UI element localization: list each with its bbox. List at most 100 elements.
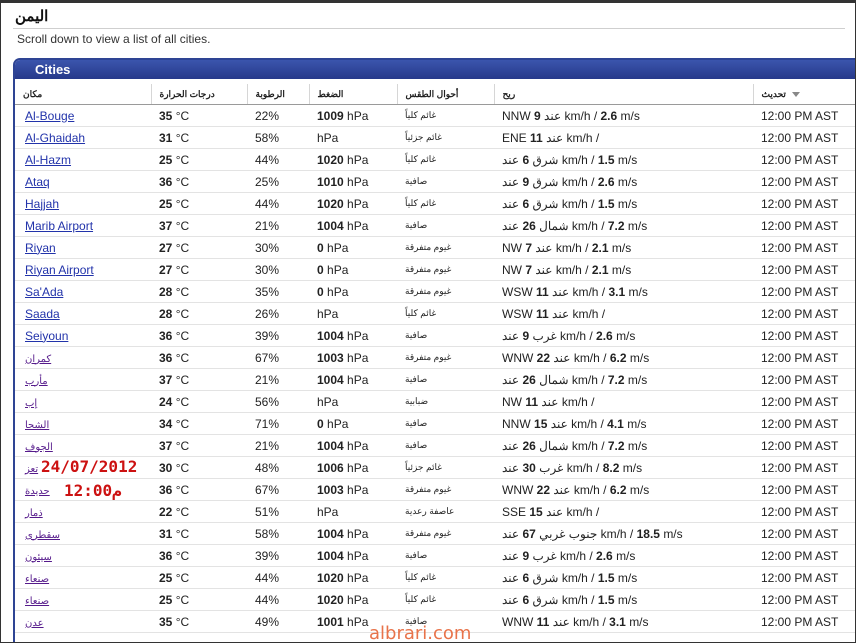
wind-at-label: عند: [502, 592, 520, 607]
city-link[interactable]: الشحا: [25, 420, 49, 431]
temperature-unit: °C: [175, 570, 190, 585]
wind-speed-ms: 1.5: [597, 152, 615, 167]
city-link[interactable]: مأرب: [25, 376, 48, 387]
wind-cell: شرق 6 عند km/h / 1.5 m/s: [494, 148, 753, 171]
humidity-cell: 21%: [247, 214, 309, 237]
city-link[interactable]: Riyan: [25, 241, 56, 255]
temperature-value: 37: [159, 438, 173, 453]
wind-kmh-unit: km/h /: [560, 548, 593, 563]
temperature-cell: 25 °C: [151, 566, 247, 589]
table-row: صنعاء 25 °C 44% 1020 hPa غائم كلياً شرق 6 عند…: [15, 588, 855, 611]
column-header-pressure[interactable]: الضغط: [309, 84, 398, 105]
pressure-value: 1004: [317, 328, 344, 343]
cities-panel: Cities مكان درجات الحرارة الرطوبة الضغط …: [13, 58, 855, 642]
wind-speed-ms: 2.6: [597, 174, 615, 189]
column-header-temperature[interactable]: درجات الحرارة: [151, 84, 248, 105]
temperature-value: 36: [159, 548, 173, 563]
wind-kmh-unit: km/h /: [560, 328, 593, 343]
city-link[interactable]: عدن: [25, 618, 44, 629]
pressure-unit: hPa: [347, 460, 369, 475]
city-cell: ذمار: [15, 500, 151, 523]
city-link[interactable]: Al-Ghaidah: [25, 131, 85, 145]
wind-kmh-unit: km/h /: [572, 284, 606, 299]
updated-cell: 12:00 PM AST: [753, 522, 855, 545]
wind-cell: ENE 11 عند km/h /: [494, 126, 753, 149]
pressure-unit: hPa: [347, 196, 369, 211]
temperature-unit: °C: [175, 460, 190, 475]
table-row: ذمار 22 °C 51% hPa عاصفة رعدية SSE 15 عند km…: [15, 500, 855, 523]
temperature-unit: °C: [175, 504, 190, 519]
humidity-cell: 67%: [247, 478, 309, 501]
wind-direction: غرب: [532, 548, 557, 563]
pressure-cell: hPa: [309, 500, 397, 523]
wind-ms-unit: m/s: [617, 196, 638, 211]
city-link[interactable]: Hajjah: [25, 197, 59, 211]
wind-cell: شمال 26 عند km/h / 7.2 m/s: [494, 368, 753, 391]
wind-ms-unit: m/s: [611, 240, 632, 255]
temperature-unit: °C: [175, 614, 190, 629]
city-link[interactable]: Ataq: [25, 175, 50, 189]
wind-at-label: عند: [541, 394, 559, 409]
city-link[interactable]: Riyan Airport: [25, 263, 94, 277]
wind-speed-kmh: 6: [522, 592, 530, 607]
city-link[interactable]: الجوف: [25, 442, 53, 453]
city-cell: صنعاء: [15, 588, 151, 611]
pressure-unit: hPa: [347, 614, 369, 629]
pressure-cell: 1020 hPa: [309, 148, 397, 171]
pressure-unit: hPa: [317, 394, 339, 409]
city-link[interactable]: حديدة: [25, 486, 50, 497]
wind-direction: غرب: [532, 328, 557, 343]
wind-direction: WNW: [502, 350, 534, 365]
column-header-city[interactable]: مكان: [15, 84, 152, 105]
city-link[interactable]: Al-Hazm: [25, 153, 71, 167]
city-cell: سقطرى: [15, 522, 151, 545]
wind-cell: WSW 11 عند km/h /: [494, 302, 753, 325]
column-header-conditions[interactable]: أحوال الطقس: [397, 84, 495, 105]
city-link[interactable]: Seiyoun: [25, 329, 68, 343]
conditions-cell: غائم جزئياً: [397, 126, 494, 149]
wind-at-label: عند: [502, 570, 520, 585]
conditions-cell: غيوم متفرقة: [397, 236, 494, 259]
city-link[interactable]: إب: [25, 398, 37, 409]
conditions-cell: غيوم متفرقة: [397, 346, 494, 369]
wind-speed-kmh: 7: [525, 240, 533, 255]
pressure-value: 1020: [317, 196, 344, 211]
column-header-updated[interactable]: تحديث: [753, 84, 855, 105]
city-link[interactable]: Marib Airport: [25, 219, 93, 233]
temperature-cell: 25 °C: [151, 588, 247, 611]
city-link[interactable]: كمران: [25, 354, 51, 365]
city-link[interactable]: Sa'Ada: [25, 285, 63, 299]
temperature-unit: °C: [175, 218, 190, 233]
wind-speed-ms: 7.2: [607, 218, 625, 233]
temperature-unit: °C: [175, 592, 190, 607]
temperature-value: 25: [159, 196, 173, 211]
city-link[interactable]: ذمار: [25, 508, 43, 519]
city-cell: الشحا: [15, 412, 151, 435]
temperature-unit: °C: [175, 350, 190, 365]
city-link[interactable]: سقطرى: [25, 530, 60, 541]
wind-speed-kmh: 30: [522, 460, 536, 475]
city-link[interactable]: صنعاء: [25, 574, 49, 585]
updated-cell: 12:00 PM AST: [753, 148, 855, 171]
city-link[interactable]: تعز: [25, 464, 38, 475]
column-header-humidity[interactable]: الرطوبة: [247, 84, 310, 105]
city-link[interactable]: صنعاء: [25, 596, 49, 607]
wind-ms-unit: m/s: [617, 152, 638, 167]
wind-speed-ms: 6.2: [609, 482, 627, 497]
column-header-wind[interactable]: ريح: [494, 84, 754, 105]
wind-kmh-unit: km/h /: [600, 526, 634, 541]
pressure-unit: hPa: [347, 372, 369, 387]
pressure-unit: hPa: [317, 306, 339, 321]
pressure-cell: 1004 hPa: [309, 434, 397, 457]
wind-at-label: عند: [546, 130, 564, 145]
temperature-value: 35: [159, 614, 173, 629]
pressure-unit: hPa: [327, 262, 349, 277]
city-link[interactable]: Al-Bouge: [25, 109, 74, 123]
wind-speed-ms: 18.5: [636, 526, 660, 541]
wind-speed-kmh: 67: [522, 526, 536, 541]
humidity-cell: 30%: [247, 236, 309, 259]
city-link[interactable]: Saada: [25, 307, 60, 321]
wind-cell: NNW 15 عند km/h / 4.1 m/s: [494, 412, 753, 435]
city-link[interactable]: سيئون: [25, 552, 52, 563]
table-row: Al-Hazm 25 °C 44% 1020 hPa غائم كلياً شرق 6 ع…: [15, 148, 855, 171]
